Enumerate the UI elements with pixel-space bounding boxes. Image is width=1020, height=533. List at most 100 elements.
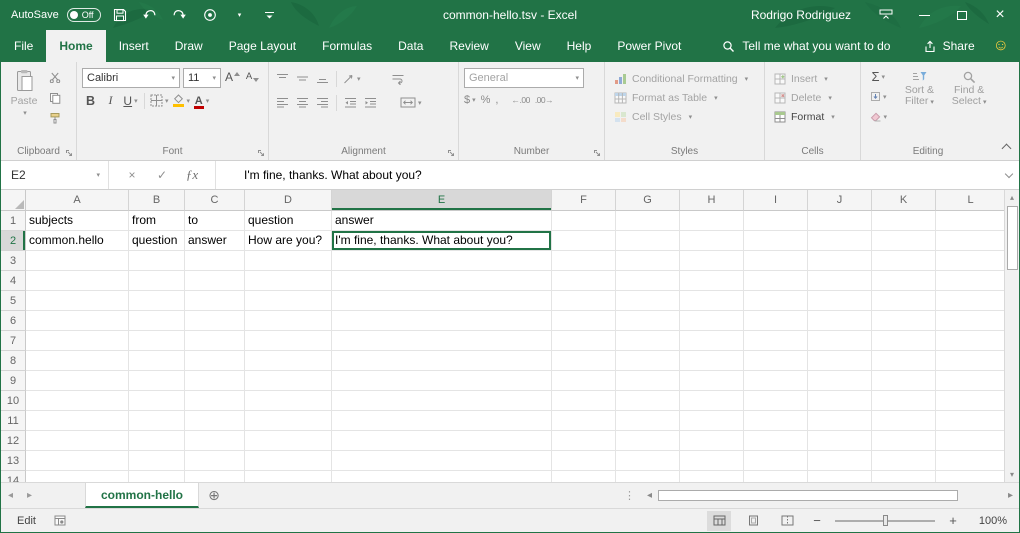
cell-F5[interactable]: [552, 291, 616, 311]
cell-E9[interactable]: [332, 371, 552, 391]
cell-A8[interactable]: [26, 351, 129, 371]
top-align-button[interactable]: [274, 70, 291, 87]
font-dialog-launcher[interactable]: [257, 149, 265, 157]
cell-I4[interactable]: [744, 271, 808, 291]
tab-view[interactable]: View: [502, 30, 554, 62]
cell-F14[interactable]: [552, 471, 616, 482]
cell-D10[interactable]: [245, 391, 332, 411]
cell-K6[interactable]: [872, 311, 936, 331]
cell-G9[interactable]: [616, 371, 680, 391]
column-header-G[interactable]: G: [616, 190, 680, 211]
cell-A12[interactable]: [26, 431, 129, 451]
cell-C8[interactable]: [185, 351, 245, 371]
cell-B12[interactable]: [129, 431, 185, 451]
cell-I9[interactable]: [744, 371, 808, 391]
cancel-button[interactable]: ×: [117, 161, 147, 189]
cell-E14[interactable]: [332, 471, 552, 482]
zoom-slider-thumb[interactable]: [883, 515, 888, 526]
cell-I14[interactable]: [744, 471, 808, 482]
cell-C9[interactable]: [185, 371, 245, 391]
zoom-slider[interactable]: [835, 520, 935, 522]
customize-qat-button[interactable]: [259, 3, 281, 27]
cell-L2[interactable]: [936, 231, 1004, 251]
clear-button[interactable]: ▾: [864, 107, 893, 126]
close-button[interactable]: ×: [981, 0, 1019, 30]
cell-B10[interactable]: [129, 391, 185, 411]
row-header-12[interactable]: 12: [1, 431, 26, 451]
select-all-corner[interactable]: [1, 190, 26, 211]
cell-L6[interactable]: [936, 311, 1004, 331]
qat-dropdown-arrow[interactable]: ▾: [229, 3, 251, 27]
format-painter-button[interactable]: [46, 109, 63, 126]
sheet-nav-right-button[interactable]: ▸: [20, 483, 39, 508]
cell-H3[interactable]: [680, 251, 744, 271]
column-header-E[interactable]: E: [332, 190, 552, 211]
maximize-button[interactable]: [943, 0, 981, 30]
cell-J12[interactable]: [808, 431, 872, 451]
cell-G14[interactable]: [616, 471, 680, 482]
wrap-text-button[interactable]: [390, 70, 407, 87]
cell-A3[interactable]: [26, 251, 129, 271]
bottom-align-button[interactable]: [314, 70, 331, 87]
cell-J13[interactable]: [808, 451, 872, 471]
cell-G1[interactable]: [616, 211, 680, 231]
cell-K3[interactable]: [872, 251, 936, 271]
row-header-11[interactable]: 11: [1, 411, 26, 431]
sheet-nav-left-button[interactable]: ◂: [1, 483, 20, 508]
clipboard-dialog-launcher[interactable]: [65, 149, 73, 157]
sort-filter-button[interactable]: Sort & Filter▾: [897, 67, 943, 145]
cell-C4[interactable]: [185, 271, 245, 291]
cell-C3[interactable]: [185, 251, 245, 271]
zoom-percentage[interactable]: 100%: [971, 515, 1007, 527]
cell-B6[interactable]: [129, 311, 185, 331]
cell-C2[interactable]: answer: [185, 231, 245, 251]
cell-J3[interactable]: [808, 251, 872, 271]
cell-L10[interactable]: [936, 391, 1004, 411]
column-header-H[interactable]: H: [680, 190, 744, 211]
cell-E4[interactable]: [332, 271, 552, 291]
normal-view-button[interactable]: [707, 511, 731, 531]
cell-C1[interactable]: to: [185, 211, 245, 231]
number-dialog-launcher[interactable]: [593, 149, 601, 157]
cell-J11[interactable]: [808, 411, 872, 431]
save-button[interactable]: [109, 3, 131, 27]
cell-K9[interactable]: [872, 371, 936, 391]
cell-F2[interactable]: [552, 231, 616, 251]
cell-B14[interactable]: [129, 471, 185, 482]
cell-H11[interactable]: [680, 411, 744, 431]
cell-K8[interactable]: [872, 351, 936, 371]
cell-J5[interactable]: [808, 291, 872, 311]
cell-K10[interactable]: [872, 391, 936, 411]
cell-B3[interactable]: [129, 251, 185, 271]
cell-G7[interactable]: [616, 331, 680, 351]
sheet-tab-common-hello[interactable]: common-hello: [85, 483, 199, 508]
cell-G5[interactable]: [616, 291, 680, 311]
row-header-7[interactable]: 7: [1, 331, 26, 351]
cell-I8[interactable]: [744, 351, 808, 371]
cell-B2[interactable]: question: [129, 231, 185, 251]
cell-G2[interactable]: [616, 231, 680, 251]
cell-B7[interactable]: [129, 331, 185, 351]
find-select-button[interactable]: Find & Select▾: [946, 67, 992, 145]
enter-button[interactable]: ✓: [147, 161, 177, 189]
cell-E10[interactable]: [332, 391, 552, 411]
middle-align-button[interactable]: [294, 70, 311, 87]
scroll-right-arrow[interactable]: ▸: [1002, 490, 1019, 501]
borders-button[interactable]: ▾: [150, 92, 169, 109]
increase-font-size-button[interactable]: A: [224, 68, 241, 85]
cell-K4[interactable]: [872, 271, 936, 291]
cell-D6[interactable]: [245, 311, 332, 331]
cell-H2[interactable]: [680, 231, 744, 251]
number-format-combo[interactable]: General▾: [464, 68, 584, 88]
cell-H8[interactable]: [680, 351, 744, 371]
cell-L12[interactable]: [936, 431, 1004, 451]
decrease-font-size-button[interactable]: A: [244, 68, 261, 85]
cell-D5[interactable]: [245, 291, 332, 311]
cell-A13[interactable]: [26, 451, 129, 471]
column-header-C[interactable]: C: [185, 190, 245, 211]
scroll-down-arrow[interactable]: ▾: [1005, 467, 1019, 482]
align-center-button[interactable]: [294, 94, 311, 111]
cell-A5[interactable]: [26, 291, 129, 311]
cell-E13[interactable]: [332, 451, 552, 471]
tab-help[interactable]: Help: [554, 30, 605, 62]
